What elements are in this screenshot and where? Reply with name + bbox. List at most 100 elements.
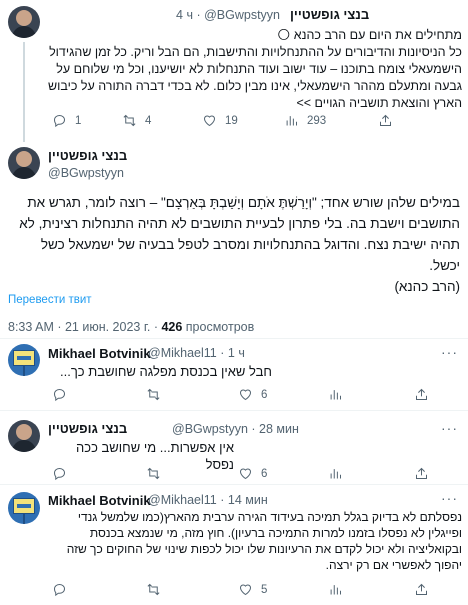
author-handle[interactable]: @Mikhael11 xyxy=(148,493,217,507)
like-button[interactable]: 5 xyxy=(238,582,267,597)
reply-text: נפסלתם לא בדיוק בגלל תמיכה בעידוד הגירה … xyxy=(42,509,462,573)
like-count: 6 xyxy=(261,467,268,480)
meta-dot: · xyxy=(251,422,256,436)
tweet-time[interactable]: 1 ч xyxy=(228,346,245,360)
retweet-icon xyxy=(147,388,160,401)
share-icon xyxy=(416,583,427,595)
heart-icon xyxy=(239,389,252,401)
like-count: 5 xyxy=(261,583,268,596)
heart-icon xyxy=(239,468,252,480)
share-button[interactable] xyxy=(414,582,429,597)
reply-tweet[interactable]: Mikhael Botvinik @Mikhael11 · 1 ч ··· חב… xyxy=(0,338,468,410)
author-avatar[interactable] xyxy=(8,147,40,179)
tweet-actions: 6 xyxy=(0,466,468,484)
translate-link[interactable]: Перевести твит xyxy=(8,294,92,306)
reply-tweet[interactable]: @BGwpstyyn · 28 мин בנצי גופשטיין ··· אי… xyxy=(0,410,468,488)
author-avatar[interactable] xyxy=(8,420,40,452)
retweet-icon xyxy=(147,467,160,480)
views-icon xyxy=(330,390,341,400)
meta-dot: · xyxy=(220,493,225,507)
reply-button[interactable] xyxy=(52,387,67,402)
retweet-button[interactable] xyxy=(146,387,161,402)
views-button[interactable] xyxy=(328,466,343,481)
author-name[interactable]: בנצי גופשטיין xyxy=(48,421,127,436)
retweet-icon xyxy=(123,114,136,127)
share-icon xyxy=(416,467,427,479)
tweet-line: יכשל. xyxy=(429,258,460,273)
more-options-icon[interactable]: ··· xyxy=(441,344,458,360)
tweet-meta: @Mikhael11 · 14 мин xyxy=(148,493,268,507)
author-handle[interactable]: @Mikhael11 xyxy=(148,346,217,360)
like-button[interactable]: 6 xyxy=(238,387,267,402)
more-options-icon[interactable]: ··· xyxy=(441,420,458,436)
tweet-line: כל הניסיונות והדיבורים על ההתנחלויות והת… xyxy=(49,45,462,59)
reply-button[interactable]: 1 xyxy=(52,113,81,128)
author-name[interactable]: Mikhael Botvinik xyxy=(48,493,151,508)
reply-text: חבל שאין בכנסת מפלגה שחושבת כך... xyxy=(60,364,272,379)
share-icon xyxy=(416,388,427,400)
share-button[interactable] xyxy=(414,387,429,402)
tweet-line: הארץ והוצאת תושביה הגויים >> xyxy=(296,96,462,110)
author-avatar[interactable] xyxy=(8,344,40,376)
more-options-icon[interactable]: ··· xyxy=(441,490,458,506)
author-handle[interactable]: @BGwpstyyn xyxy=(204,8,280,22)
reply-line: נפסלתם לא בדיוק בגלל תמיכה בעידוד הגירה … xyxy=(77,510,462,524)
tweet-text: מתחילים את היום עם הרב כהנא 🌕 כל הניסיונ… xyxy=(10,27,462,112)
like-count: 19 xyxy=(225,114,238,127)
reply-line: ובקואליציה ולא יכול לקדם את הרעיונות שלו… xyxy=(66,542,462,556)
tweet-actions: 5 xyxy=(0,582,468,600)
like-button[interactable]: 6 xyxy=(238,466,267,481)
share-button[interactable] xyxy=(378,113,393,128)
tweet-line: הישמעאלי צומח בתוכנו – עוד ישוב ועוד התנ… xyxy=(56,62,462,76)
retweet-button[interactable]: 4 xyxy=(122,113,151,128)
share-button[interactable] xyxy=(414,466,429,481)
author-name[interactable]: בנצי גופשטיין xyxy=(48,148,127,163)
tweet-line: גבעה ומתעלם מההר הישמעאלי, אינו מבין כלו… xyxy=(48,79,462,93)
share-icon xyxy=(380,114,391,126)
retweet-button[interactable] xyxy=(146,582,161,597)
meta-dot: · xyxy=(220,346,225,360)
heart-icon xyxy=(203,115,216,127)
timestamp-line: 8:33 AM · 21 июн. 2023 г. · 426 просмотр… xyxy=(8,320,254,334)
tweet-line: מתחילים את היום עם הרב כהנא 🌕 xyxy=(277,28,462,42)
like-button[interactable]: 19 xyxy=(202,113,238,128)
views-icon xyxy=(330,469,341,479)
like-count: 6 xyxy=(261,388,268,401)
author-handle[interactable]: @BGwpstyyn xyxy=(48,166,124,180)
retweet-count: 4 xyxy=(145,114,152,127)
author-name[interactable]: בנצי גופשטיין xyxy=(290,7,369,22)
reply-tweet[interactable]: Mikhael Botvinik @Mikhael11 · 14 мин ···… xyxy=(0,484,468,605)
tweet-top[interactable]: ··· 4 ч · @BGwpstyyn בנצי גופשטיין מתחיל… xyxy=(0,0,468,142)
reply-button[interactable] xyxy=(52,582,67,597)
reply-count: 1 xyxy=(75,114,82,127)
retweet-button[interactable] xyxy=(146,466,161,481)
retweet-icon xyxy=(147,583,160,596)
reply-button[interactable] xyxy=(52,466,67,481)
tweet-text: במילים שלהן שורש אחד; "וְיָרַשְׁתֶּ אֹתָ… xyxy=(8,192,460,297)
views-button[interactable] xyxy=(328,582,343,597)
reply-icon xyxy=(53,114,66,128)
main-tweet: בנצי גופשטיין @BGwpstyyn במילים שלהן שור… xyxy=(0,142,468,342)
tweet-time[interactable]: 4 ч xyxy=(176,8,193,22)
views-icon xyxy=(330,585,341,595)
tweet-actions: 6 xyxy=(0,387,468,405)
views-icon xyxy=(286,116,297,126)
tweet-meta: @Mikhael11 · 1 ч xyxy=(148,346,245,360)
tweet-time[interactable]: 28 мин xyxy=(259,422,299,436)
reply-icon xyxy=(53,388,66,402)
reply-line: יהפוך לאפשרי אם רק ירצה. xyxy=(325,558,462,572)
tweet-date[interactable]: 8:33 AM · 21 июн. 2023 г. · xyxy=(8,320,161,334)
tweet-actions: 1 4 19 293 xyxy=(0,113,468,131)
author-handle[interactable]: @BGwpstyyn xyxy=(172,422,248,436)
views-button[interactable]: 293 xyxy=(284,113,326,128)
author-avatar[interactable] xyxy=(8,492,40,524)
reply-icon xyxy=(53,467,66,481)
views-count: 293 xyxy=(307,114,327,127)
author-name[interactable]: Mikhael Botvinik xyxy=(48,346,151,361)
tweet-line: במילים שלהן שורש אחד; "וְיָרַשְׁתֶּ אֹתָ… xyxy=(27,195,460,210)
tweet-line: התושבים וישבת בה. בלי פתרון לבעיית התושב… xyxy=(19,216,460,231)
views-button[interactable] xyxy=(328,387,343,402)
tweet-line: תהיה ישיבת נצח. והדוגל בהתנחלויות ומסרב … xyxy=(40,237,460,252)
tweet-time[interactable]: 14 мин xyxy=(228,493,268,507)
meta-dot: · xyxy=(196,8,201,22)
